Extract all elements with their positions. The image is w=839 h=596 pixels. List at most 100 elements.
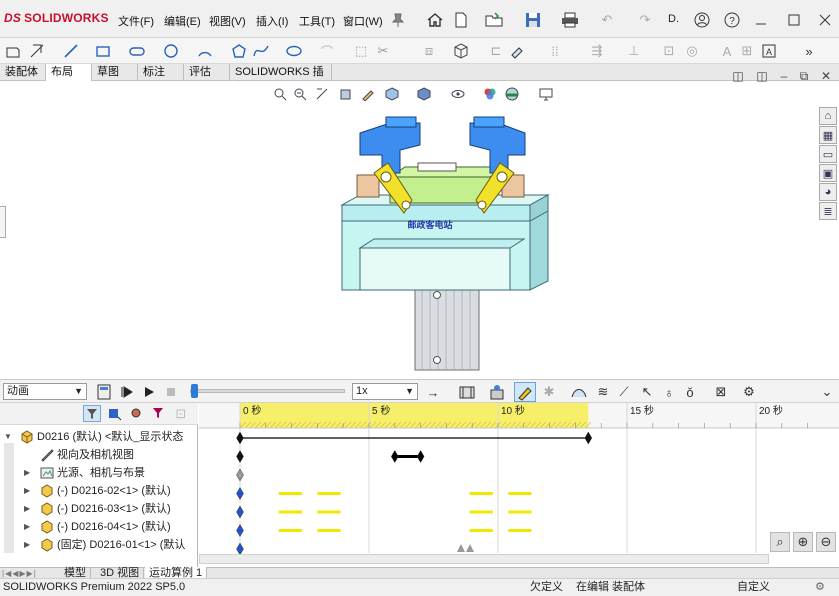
gravity-icon[interactable]: ǒ bbox=[681, 383, 699, 401]
expand-arrow-icon[interactable]: ▶ bbox=[24, 482, 30, 500]
view-palette-icon[interactable]: ▣ bbox=[819, 164, 837, 182]
file-explorer-icon[interactable]: ▭ bbox=[819, 145, 837, 163]
tab-sketch[interactable]: 草图 bbox=[92, 64, 138, 81]
solidworks-resources-icon[interactable]: ⌂ bbox=[819, 107, 837, 125]
feature-manager-flyout-handle[interactable] bbox=[0, 206, 6, 238]
user-account-icon[interactable] bbox=[693, 11, 711, 29]
status-settings-icon[interactable]: ⚙ bbox=[815, 579, 825, 596]
tree-item[interactable]: ▶ 光源、相机与布景 bbox=[0, 464, 198, 482]
motion-timeline[interactable]: 0 秒 5 秒 10 秒 15 秒 20 秒 ⌕ ⊕ ⊖ bbox=[199, 403, 839, 568]
motor-icon[interactable] bbox=[570, 383, 588, 401]
tree-item[interactable]: ▶ (-) D0216-04<1> (默认) bbox=[0, 518, 198, 536]
zoom-out-timeline-icon[interactable]: ⊖ bbox=[816, 532, 836, 552]
tab-assembly[interactable]: 装配体 bbox=[0, 64, 46, 81]
trim-icon[interactable]: ✂ bbox=[374, 42, 392, 60]
rectangle-icon[interactable] bbox=[94, 42, 112, 60]
more-tools-chevron-icon[interactable]: » bbox=[800, 42, 818, 60]
playback-slider-thumb[interactable] bbox=[191, 384, 198, 398]
display-style-icon[interactable] bbox=[416, 86, 432, 102]
appearances-scenes-icon[interactable]: ◕ bbox=[819, 183, 837, 201]
tile-left-icon[interactable]: ◫ bbox=[730, 68, 746, 84]
zoom-to-area-icon[interactable] bbox=[292, 86, 308, 102]
damper-icon[interactable]: ⟋ bbox=[615, 383, 633, 401]
3d-sketch-icon[interactable] bbox=[452, 42, 470, 60]
units-custom[interactable]: 自定义 bbox=[737, 579, 770, 596]
doc-restore-icon[interactable]: ⧉ bbox=[796, 68, 812, 84]
smart-dimension-icon[interactable] bbox=[28, 42, 46, 60]
animation-wizard-icon[interactable] bbox=[488, 383, 506, 401]
tab-navigation-arrows-icon[interactable]: |◀◀▶▶| bbox=[2, 569, 37, 578]
play-from-start-icon[interactable] bbox=[118, 383, 136, 401]
block-icon[interactable]: ⊞ bbox=[738, 42, 756, 60]
expand-arrow-icon[interactable]: ▶ bbox=[24, 518, 30, 536]
expand-arrow-icon[interactable]: ▶ bbox=[24, 464, 30, 482]
view-orientation-icon[interactable] bbox=[384, 86, 400, 102]
offset-icon[interactable]: ⊏ bbox=[487, 42, 505, 60]
linear-pattern-icon[interactable]: ⁞⁞ bbox=[546, 42, 564, 60]
pin-icon[interactable] bbox=[389, 11, 407, 29]
assembly-3d-model[interactable]: 邮政客电站 bbox=[330, 115, 560, 375]
line-icon[interactable] bbox=[62, 42, 80, 60]
spline-icon[interactable] bbox=[252, 42, 270, 60]
doc-minimize-icon[interactable]: – bbox=[776, 68, 792, 84]
save-icon[interactable] bbox=[524, 11, 542, 29]
menu-tools[interactable]: 工具(T) bbox=[299, 13, 335, 29]
filter-animated-icon[interactable] bbox=[83, 405, 101, 422]
apply-scene-icon[interactable] bbox=[504, 86, 520, 102]
relations-icon[interactable]: ⊥ bbox=[625, 42, 643, 60]
tree-item[interactable]: ▶ (固定) D0216-01<1> (默认 bbox=[0, 536, 198, 554]
undo-icon[interactable]: ↶ bbox=[598, 11, 616, 29]
contact-icon[interactable]: ♁ bbox=[660, 383, 678, 401]
home-icon[interactable] bbox=[426, 11, 444, 29]
calculate-icon[interactable] bbox=[95, 383, 113, 401]
playback-mode-arrow-icon[interactable]: → bbox=[424, 383, 442, 401]
sketch-picture-icon[interactable]: A bbox=[760, 42, 778, 60]
add-key-icon[interactable]: ✱ bbox=[540, 383, 558, 401]
quick-snaps-icon[interactable]: ⊡ bbox=[660, 42, 678, 60]
fillet-icon[interactable]: ⌒ bbox=[318, 42, 336, 60]
menu-view[interactable]: 视图(V) bbox=[209, 13, 246, 29]
zoom-to-fit-icon[interactable] bbox=[272, 86, 288, 102]
timeline-horizontal-scrollbar[interactable] bbox=[199, 554, 769, 564]
rapid-sketch-icon[interactable]: ◎ bbox=[683, 42, 701, 60]
hide-show-items-icon[interactable] bbox=[450, 86, 466, 102]
edit-appearance-icon[interactable] bbox=[482, 86, 498, 102]
redo-icon[interactable]: ↷ bbox=[636, 11, 654, 29]
doc-close-icon[interactable]: ✕ bbox=[818, 68, 834, 84]
collapse-tree-icon[interactable]: ⊡ bbox=[172, 405, 190, 423]
close-icon[interactable] bbox=[816, 11, 834, 29]
previous-view-icon[interactable] bbox=[314, 86, 330, 102]
results-plots-icon[interactable]: ⊠ bbox=[712, 383, 730, 401]
polygon-icon[interactable] bbox=[230, 42, 248, 60]
timeline-canvas[interactable]: 0 秒 5 秒 10 秒 15 秒 20 秒 bbox=[199, 403, 839, 568]
custom-properties-icon[interactable]: ≣ bbox=[819, 202, 837, 220]
help-icon[interactable]: ? bbox=[723, 11, 741, 29]
save-animation-icon[interactable] bbox=[458, 383, 476, 401]
playback-speed-select[interactable]: 1x ▼ bbox=[352, 383, 418, 400]
dynamic-annotation-icon[interactable] bbox=[360, 86, 376, 102]
tab-addins[interactable]: SOLIDWORKS 插件 bbox=[230, 64, 332, 94]
new-document-icon[interactable] bbox=[452, 11, 470, 29]
maximize-icon[interactable] bbox=[785, 11, 803, 29]
menu-edit[interactable]: 编辑(E) bbox=[164, 13, 201, 29]
design-library-icon[interactable]: ▦ bbox=[819, 126, 837, 144]
move-entities-icon[interactable]: ⇶ bbox=[588, 42, 606, 60]
tree-scrollbar[interactable] bbox=[4, 443, 14, 553]
section-view-icon[interactable] bbox=[338, 86, 354, 102]
tab-layout[interactable]: 布局 bbox=[46, 64, 92, 81]
ellipse-icon[interactable] bbox=[285, 42, 303, 60]
tree-item[interactable]: ▶ (-) D0216-02<1> (默认) bbox=[0, 482, 198, 500]
minimize-icon[interactable] bbox=[752, 11, 770, 29]
convert-entities-icon[interactable]: ⬚ bbox=[352, 42, 370, 60]
mirror-icon[interactable]: ⧈ bbox=[420, 42, 438, 60]
playback-slider-track[interactable] bbox=[190, 389, 345, 393]
zoom-to-fit-timeline-icon[interactable]: ⌕ bbox=[770, 532, 790, 552]
filter-results-icon[interactable] bbox=[150, 405, 168, 423]
menu-window[interactable]: 窗口(W) bbox=[343, 13, 383, 29]
view-settings-icon[interactable] bbox=[538, 86, 554, 102]
study-type-select[interactable]: 动画 ▼ bbox=[3, 383, 87, 400]
solidworks-logo[interactable]: DS SOLIDWORKS bbox=[4, 11, 109, 25]
tree-item[interactable]: ▼ D0216 (默认) <默认_显示状态 bbox=[0, 428, 198, 446]
tab-evaluate[interactable]: 评估 bbox=[184, 64, 230, 81]
play-icon[interactable] bbox=[140, 383, 158, 401]
